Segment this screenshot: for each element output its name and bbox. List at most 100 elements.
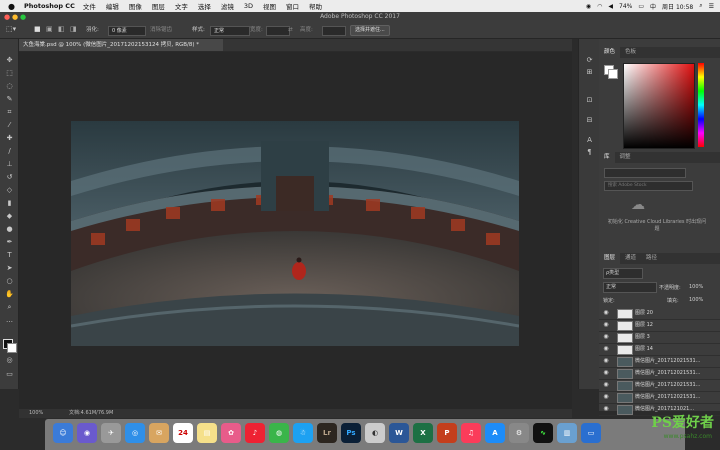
brush-panel-icon[interactable]: ⊟ [584, 115, 595, 125]
wechat-icon[interactable]: ◉ [586, 3, 591, 10]
healing-brush-icon[interactable]: ✚ [4, 133, 15, 143]
input-source-icon[interactable]: 中 [650, 2, 656, 11]
height-input[interactable] [322, 26, 346, 36]
launchpad-icon[interactable]: ✈ [101, 423, 121, 443]
gradient-tool-icon[interactable]: ▮ [4, 198, 15, 208]
notes-app-icon[interactable]: ✉ [149, 423, 169, 443]
hand-tool-icon[interactable]: ✋ [4, 289, 15, 299]
lightroom-icon[interactable]: Lr [317, 423, 337, 443]
feather-input[interactable]: 0 像素 [108, 26, 146, 36]
app-name[interactable]: Photoshop CC [24, 2, 75, 10]
excel-icon[interactable]: X [413, 423, 433, 443]
screen-mode-icon[interactable]: ▭ [4, 369, 15, 379]
blur-tool-icon[interactable]: ◆ [4, 211, 15, 221]
history-brush-icon[interactable]: ↺ [4, 172, 15, 182]
library-search[interactable]: 搜索 Adobe Stock [604, 181, 693, 191]
marquee-preset-icon[interactable]: ⬚▾ [6, 25, 16, 33]
close-window-icon[interactable]: ● [4, 13, 10, 21]
path-select-icon[interactable]: ➤ [4, 263, 15, 273]
background-color-swatch[interactable] [7, 343, 17, 353]
more-tools-icon[interactable]: … [4, 315, 15, 325]
eraser-tool-icon[interactable]: ◇ [4, 185, 15, 195]
word-icon[interactable]: W [389, 423, 409, 443]
list-icon[interactable]: ☰ [709, 3, 714, 10]
menu-3d[interactable]: 3D [244, 2, 253, 10]
calendar-icon[interactable]: 24 [173, 423, 193, 443]
add-selection-icon[interactable]: ▣ [46, 25, 53, 33]
visibility-eye-icon[interactable]: ◉ [602, 367, 610, 379]
menu-layer[interactable]: 图层 [152, 1, 165, 11]
status-arrow-icon[interactable]: › [109, 409, 111, 418]
quick-mask-icon[interactable]: ◎ [4, 355, 15, 365]
menu-image[interactable]: 图像 [129, 1, 142, 11]
intersect-selection-icon[interactable]: ◨ [70, 25, 77, 33]
blend-mode-select[interactable]: 正常 [603, 282, 657, 293]
brush-tool-icon[interactable]: / [4, 146, 15, 156]
menu-select[interactable]: 选择 [198, 1, 211, 11]
swap-icon[interactable]: ⇄ [288, 25, 293, 35]
crop-tool-icon[interactable]: ⌗ [4, 107, 15, 117]
visibility-eye-icon[interactable]: ◉ [602, 307, 610, 319]
music-icon[interactable]: ♫ [461, 423, 481, 443]
quick-select-tool-icon[interactable]: ✎ [4, 94, 15, 104]
tab-channels[interactable]: 通道 [620, 253, 641, 264]
search-icon[interactable]: ⌕ [699, 2, 702, 10]
properties-panel-icon[interactable]: ⊞ [584, 67, 595, 77]
paragraph-panel-icon[interactable]: ¶ [584, 147, 595, 157]
library-select[interactable] [604, 168, 686, 178]
safari-icon[interactable]: ◎ [125, 423, 145, 443]
opacity-value[interactable]: 100% [689, 284, 703, 290]
system-preferences-icon[interactable]: ⚙ [509, 423, 529, 443]
tab-libraries[interactable]: 库 [599, 152, 615, 163]
photoshop-icon[interactable]: Ps [341, 423, 361, 443]
history-panel-icon[interactable]: ⟳ [584, 55, 595, 65]
new-selection-icon[interactable]: ■ [34, 25, 41, 33]
zoom-level[interactable]: 100% [29, 409, 43, 418]
visibility-eye-icon[interactable]: ◉ [602, 403, 610, 415]
visibility-eye-icon[interactable]: ◉ [602, 391, 610, 403]
menu-edit[interactable]: 编辑 [106, 1, 119, 11]
hue-slider[interactable] [698, 63, 704, 147]
tab-paths[interactable]: 路径 [641, 253, 662, 264]
apple-icon[interactable]: ● [8, 2, 18, 11]
powerpoint-icon[interactable]: P [437, 423, 457, 443]
visibility-eye-icon[interactable]: ◉ [602, 319, 610, 331]
qq-icon[interactable]: ☃ [293, 423, 313, 443]
app-store-icon[interactable]: A [485, 423, 505, 443]
antialias-checkbox[interactable]: 消除锯齿 [150, 25, 172, 35]
dodge-tool-icon[interactable]: ● [4, 224, 15, 234]
menu-type[interactable]: 文字 [175, 1, 188, 11]
menu-help[interactable]: 帮助 [309, 1, 322, 11]
subtract-selection-icon[interactable]: ◧ [58, 25, 65, 33]
character-panel-icon[interactable]: ⊡ [584, 95, 595, 105]
menu-filter[interactable]: 滤镜 [221, 1, 234, 11]
folder-icon[interactable]: ▭ [581, 423, 601, 443]
siri-icon[interactable]: ◉ [77, 423, 97, 443]
wifi-icon[interactable]: ◠ [597, 3, 602, 10]
tab-swatches[interactable]: 色板 [620, 47, 641, 58]
menu-view[interactable]: 视图 [263, 1, 276, 11]
zoom-tool-icon[interactable]: ⌕ [4, 302, 15, 312]
zoom-window-icon[interactable]: ● [20, 13, 26, 21]
tab-layers[interactable]: 图层 [599, 253, 621, 264]
visibility-eye-icon[interactable]: ◉ [602, 379, 610, 391]
archive-icon[interactable]: ▥ [557, 423, 577, 443]
menu-file[interactable]: 文件 [83, 1, 96, 11]
minimize-window-icon[interactable]: ● [12, 13, 18, 21]
lasso-tool-icon[interactable]: ◌ [4, 81, 15, 91]
fill-value[interactable]: 100% [689, 297, 703, 303]
color-picker-field[interactable] [623, 63, 695, 149]
photos-icon[interactable]: ✿ [221, 423, 241, 443]
move-tool-icon[interactable]: ✥ [4, 55, 15, 65]
finder-icon[interactable]: ☺ [53, 423, 73, 443]
layer-filter-select[interactable]: ρ类型 [603, 268, 643, 279]
color-bg-swatch[interactable] [608, 69, 618, 79]
menu-window[interactable]: 窗口 [286, 1, 299, 11]
visibility-eye-icon[interactable]: ◉ [602, 331, 610, 343]
style-select[interactable]: 正常 [210, 26, 250, 36]
visibility-eye-icon[interactable]: ◉ [602, 355, 610, 367]
tab-adjustments[interactable]: 调整 [615, 152, 636, 163]
wechat-dock-icon[interactable]: ◍ [269, 423, 289, 443]
activity-monitor-icon[interactable]: ∿ [533, 423, 553, 443]
shape-tool-icon[interactable]: ○ [4, 276, 15, 286]
